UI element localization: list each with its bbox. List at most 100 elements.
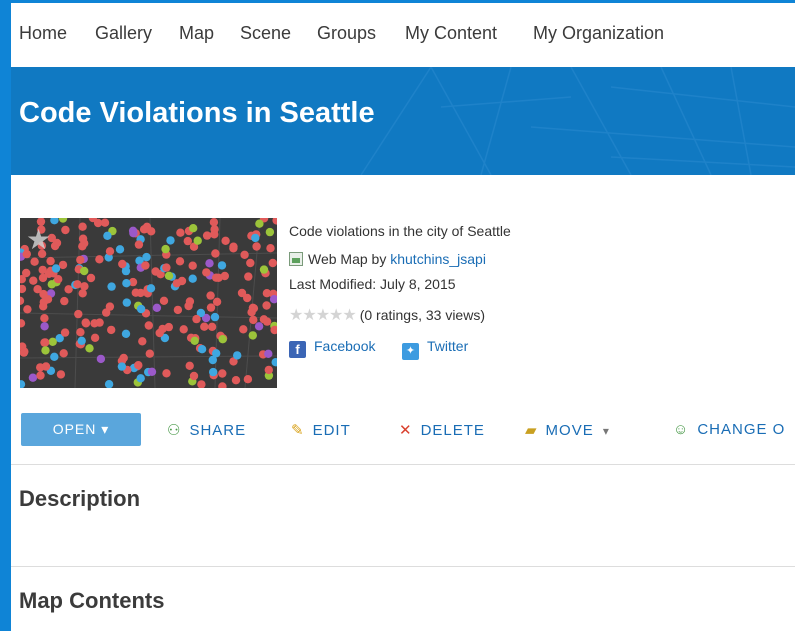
delete-button[interactable]: ✕ DELETE — [399, 421, 485, 439]
map-point — [211, 249, 220, 258]
twitter-label: Twitter — [427, 338, 469, 354]
map-point — [117, 362, 127, 371]
map-point — [151, 267, 160, 276]
map-point — [136, 374, 145, 383]
map-point — [58, 218, 68, 223]
page-title: Code Violations in Seattle — [19, 97, 375, 129]
nav-map[interactable]: Map — [179, 23, 214, 44]
nav-my-organization[interactable]: My Organization — [533, 23, 664, 44]
map-point — [81, 319, 91, 328]
move-button[interactable]: ▰ MOVE ▾ — [525, 421, 610, 439]
map-point — [20, 284, 27, 294]
map-point — [207, 322, 217, 331]
map-point — [20, 319, 26, 328]
facebook-share[interactable]: f Facebook — [289, 338, 375, 358]
map-point — [40, 314, 49, 323]
map-point — [134, 240, 144, 249]
nav-home[interactable]: Home — [19, 23, 67, 44]
map-point — [179, 325, 188, 334]
map-point — [210, 230, 219, 239]
twitter-share[interactable]: ✦ Twitter — [402, 338, 468, 360]
edit-label: EDIT — [312, 422, 351, 439]
map-point — [175, 257, 185, 266]
map-point — [60, 328, 70, 337]
map-point — [192, 314, 201, 324]
chevron-down-icon: ▾ — [101, 421, 110, 437]
twitter-icon: ✦ — [402, 343, 419, 360]
open-button[interactable]: OPEN ▾ — [21, 413, 141, 446]
edit-button[interactable]: ✎ EDIT — [291, 421, 351, 439]
map-point — [59, 349, 68, 358]
map-point — [23, 305, 32, 314]
map-point — [122, 298, 131, 307]
facebook-icon: f — [289, 341, 306, 358]
map-point — [206, 291, 215, 300]
map-point — [29, 276, 38, 285]
change-owner-label: CHANGE O — [697, 421, 786, 438]
map-point — [20, 296, 25, 305]
map-point — [217, 261, 227, 270]
divider — [11, 464, 795, 465]
map-point — [212, 297, 222, 306]
map-point — [48, 337, 57, 346]
map-point — [122, 279, 131, 288]
nav-groups[interactable]: Groups — [317, 23, 376, 44]
map-point — [190, 336, 199, 345]
rating-stars-icon[interactable]: ★★★★★ — [289, 307, 357, 324]
map-point — [183, 236, 192, 246]
map-thumbnail[interactable]: ★ — [20, 218, 277, 388]
map-point — [136, 304, 146, 314]
map-point — [200, 322, 209, 331]
map-point — [220, 271, 229, 281]
map-point — [144, 321, 153, 330]
map-point — [50, 218, 59, 225]
map-point — [265, 227, 275, 237]
map-point — [76, 255, 85, 265]
nav-my-content[interactable]: My Content — [405, 23, 497, 44]
map-point — [61, 225, 70, 235]
map-point — [272, 218, 277, 225]
map-point — [147, 367, 157, 376]
pencil-icon: ✎ — [291, 422, 305, 439]
map-point — [162, 263, 171, 272]
map-point — [193, 236, 202, 245]
map-point — [103, 231, 112, 240]
map-point — [206, 303, 216, 312]
map-point — [218, 382, 227, 388]
map-point — [73, 280, 82, 289]
owner-link[interactable]: khutchins_jsapi — [390, 251, 486, 267]
map-point — [54, 275, 63, 284]
map-point — [80, 239, 89, 248]
map-point — [268, 258, 277, 268]
rating-line: ★★★★★ (0 ratings, 33 views) — [289, 305, 485, 325]
map-point — [202, 231, 212, 240]
map-contents-heading: Map Contents — [19, 588, 165, 613]
map-point — [205, 259, 214, 268]
map-point — [239, 325, 248, 334]
change-owner-button[interactable]: ☺ CHANGE O — [673, 421, 785, 438]
map-point — [145, 349, 154, 358]
map-point — [76, 328, 85, 337]
nav-gallery[interactable]: Gallery — [95, 23, 152, 44]
map-point — [161, 244, 170, 254]
map-point — [264, 365, 273, 375]
map-point — [166, 236, 175, 245]
map-point — [136, 288, 145, 298]
map-point — [237, 288, 247, 298]
map-point — [74, 309, 83, 319]
map-point — [121, 266, 131, 276]
map-point — [259, 315, 269, 324]
map-point — [249, 315, 258, 325]
map-point — [209, 367, 218, 377]
map-point — [134, 361, 143, 370]
map-point — [252, 242, 261, 251]
favorite-star-icon[interactable]: ★ — [26, 226, 51, 254]
map-point — [240, 250, 249, 259]
map-point — [197, 380, 206, 388]
nav-scene[interactable]: Scene — [240, 23, 291, 44]
map-point — [118, 259, 127, 269]
map-point — [155, 328, 164, 338]
share-button[interactable]: ⚇ SHARE — [167, 421, 246, 439]
map-point — [259, 265, 269, 274]
map-point — [152, 303, 162, 312]
